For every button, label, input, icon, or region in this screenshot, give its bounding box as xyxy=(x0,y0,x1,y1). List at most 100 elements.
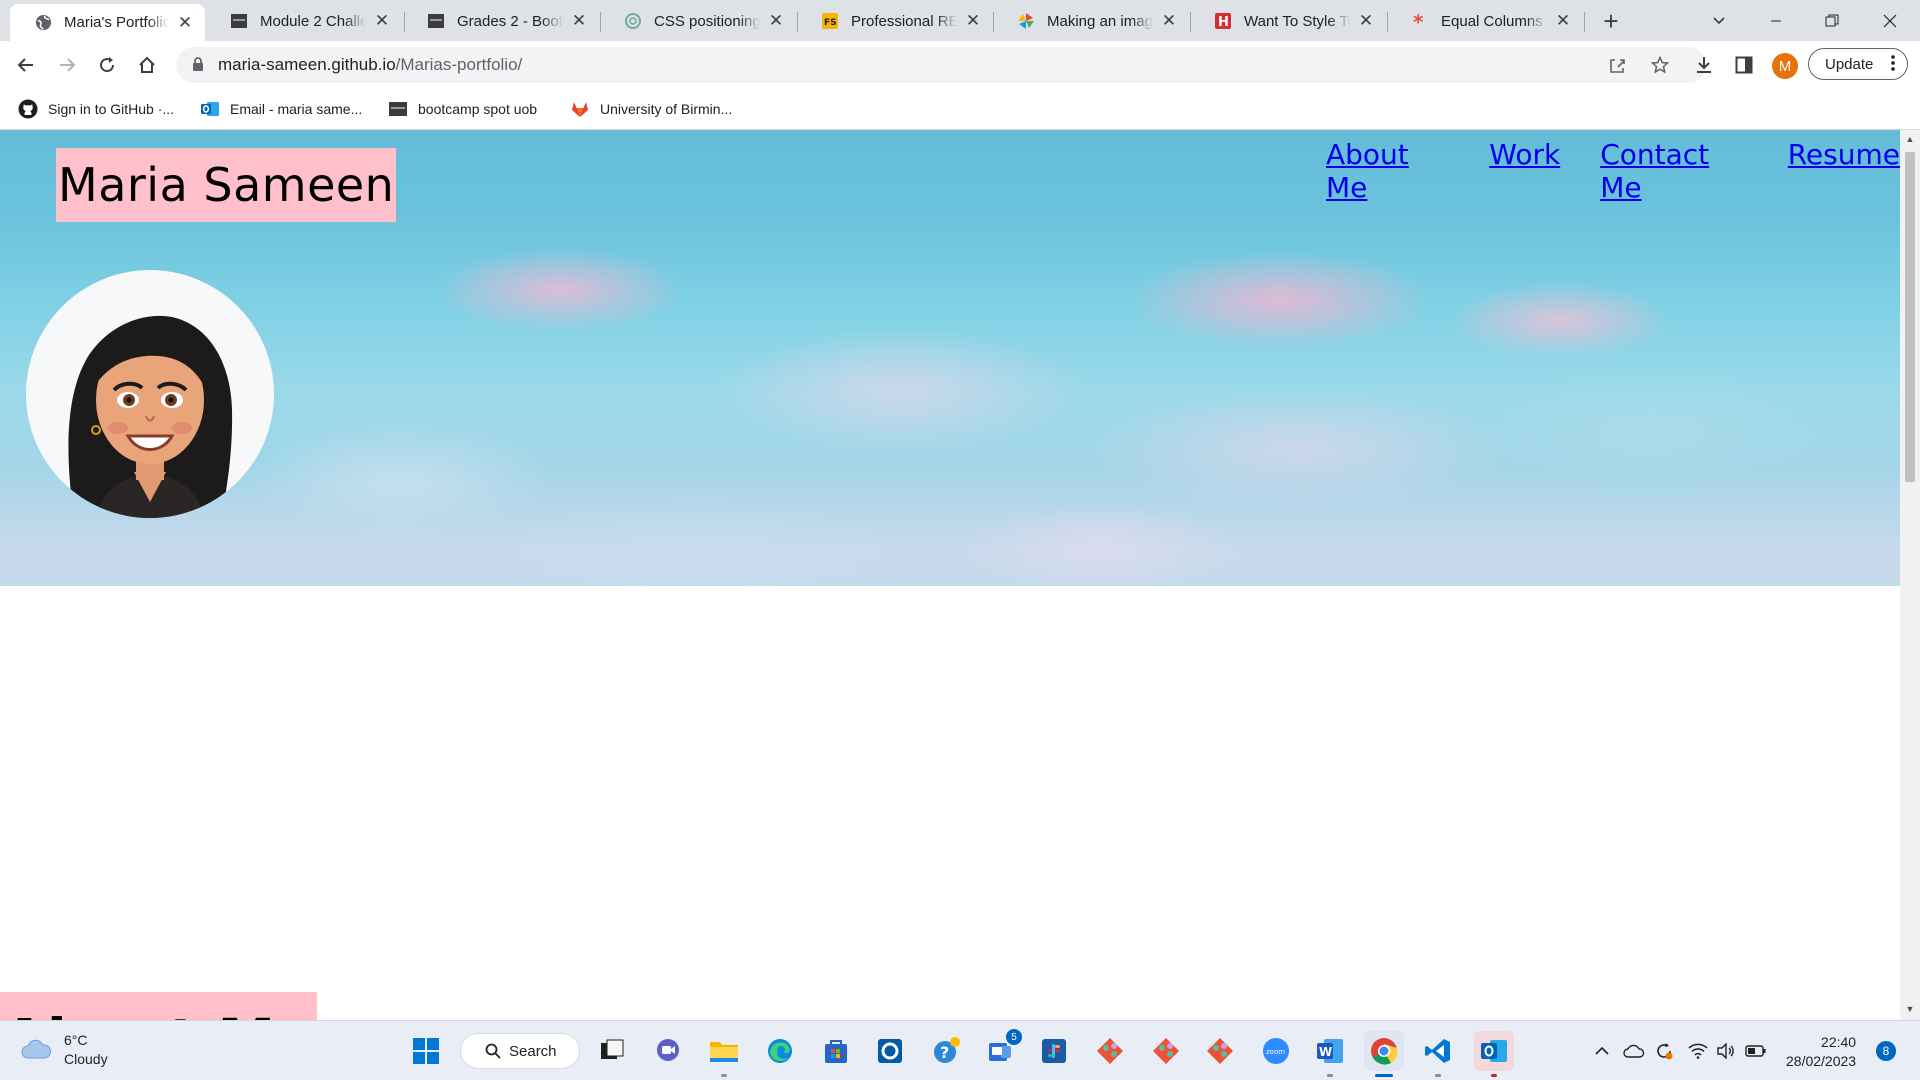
git-app-icon-3[interactable] xyxy=(1200,1031,1240,1071)
close-icon[interactable]: ✕ xyxy=(569,11,589,31)
bookmark-label: Sign in to GitHub ·... xyxy=(48,101,175,117)
git-app-icon-2[interactable] xyxy=(1146,1031,1186,1071)
start-button[interactable] xyxy=(406,1031,446,1071)
outlook-icon xyxy=(200,99,220,119)
tab-title: Professional README xyxy=(851,12,957,30)
browser-toolbar: maria-sameen.github.io/Marias-portfolio/… xyxy=(0,41,1920,89)
share-icon[interactable] xyxy=(1606,53,1630,77)
side-panel-icon[interactable] xyxy=(1732,53,1756,77)
bookmark-university[interactable]: University of Birmin... xyxy=(570,98,732,120)
svg-text:W: W xyxy=(1319,1045,1332,1059)
tab-marias-portfolio[interactable]: Maria's Portfolio ✕ xyxy=(10,4,205,41)
task-view-icon[interactable] xyxy=(592,1031,632,1071)
edge-icon[interactable] xyxy=(760,1031,800,1071)
chevron-up-icon[interactable] xyxy=(1588,1037,1616,1065)
bookmark-github[interactable]: Sign in to GitHub ·... xyxy=(18,98,174,120)
fs-icon: FS xyxy=(821,12,839,30)
nav-link-work[interactable]: Work xyxy=(1489,138,1560,204)
tab-want-to-style-text[interactable]: H Want To Style Text ✕ xyxy=(1190,5,1386,37)
address-bar[interactable]: maria-sameen.github.io/Marias-portfolio/ xyxy=(176,47,1706,83)
tab-equal-columns[interactable]: * Equal Columns With ✕ xyxy=(1387,5,1583,37)
clock-date: 28/02/2023 xyxy=(1786,1053,1857,1069)
tab-separator xyxy=(1584,12,1585,32)
microsoft-store-icon[interactable] xyxy=(816,1031,856,1071)
close-icon[interactable]: ✕ xyxy=(766,11,786,31)
onedrive-icon[interactable] xyxy=(1620,1037,1648,1065)
sync-icon[interactable] xyxy=(1650,1037,1678,1065)
battery-icon[interactable] xyxy=(1742,1037,1770,1065)
running-indicator xyxy=(721,1074,727,1077)
outlook-taskbar-icon[interactable] xyxy=(1474,1031,1514,1077)
close-icon[interactable]: ✕ xyxy=(963,11,983,31)
tab-grades[interactable]: Grades 2 - Bootcamp ✕ xyxy=(403,5,599,37)
get-help-icon[interactable]: ? xyxy=(926,1031,966,1071)
bookmark-label: Email - maria same... xyxy=(230,101,363,117)
close-icon[interactable]: ✕ xyxy=(175,13,195,33)
nav-link-contact-me[interactable]: Contact Me xyxy=(1600,138,1748,204)
bookmark-bootcamp[interactable]: bootcamp spot uob xyxy=(388,98,537,120)
close-icon[interactable]: ✕ xyxy=(1356,11,1376,31)
close-icon[interactable]: ✕ xyxy=(1553,11,1573,31)
close-window-button[interactable] xyxy=(1862,0,1918,41)
page-scrollbar[interactable]: ▲ ▼ xyxy=(1900,130,1920,1020)
tab-title: Want To Style Text xyxy=(1244,12,1350,30)
update-label: Update xyxy=(1825,55,1874,73)
more-menu-icon[interactable] xyxy=(1891,54,1895,72)
tab-making-an-image[interactable]: Making an image ✕ xyxy=(993,5,1189,37)
new-tab-button[interactable]: + xyxy=(1598,6,1624,36)
svg-text:*: * xyxy=(1413,12,1424,30)
bootcamp-icon xyxy=(427,12,445,30)
tab-module-2-challenge[interactable]: Module 2 Challenge ✕ xyxy=(206,5,402,37)
teams-icon[interactable]: 5 xyxy=(980,1029,1022,1071)
close-icon[interactable]: ✕ xyxy=(372,11,392,31)
update-button[interactable]: Update xyxy=(1808,48,1908,80)
bookmarks-bar: Sign in to GitHub ·... Email - maria sam… xyxy=(0,89,1920,130)
running-indicator xyxy=(1327,1074,1333,1077)
tab-title: Maria's Portfolio xyxy=(64,14,169,31)
nav-link-resume[interactable]: Resume xyxy=(1788,138,1900,204)
minimize-button[interactable] xyxy=(1748,0,1804,41)
bookmark-email[interactable]: Email - maria same... xyxy=(200,98,362,120)
file-explorer-icon[interactable] xyxy=(704,1031,744,1077)
app-blue-icon[interactable] xyxy=(870,1031,910,1071)
url-path: /Marias-portfolio/ xyxy=(395,55,523,74)
tab-professional-readme[interactable]: FS Professional README ✕ xyxy=(797,5,993,37)
word-icon[interactable]: W xyxy=(1310,1031,1350,1077)
nav-link-about-me[interactable]: About Me xyxy=(1326,138,1449,204)
site-nav: About Me Work Contact Me Resume xyxy=(1326,138,1900,204)
wifi-icon[interactable] xyxy=(1684,1037,1712,1065)
git-app-icon[interactable] xyxy=(1090,1031,1130,1071)
page-viewport: Maria Sameen About Me Work Contact Me Re… xyxy=(0,130,1900,1020)
bookmark-star-icon[interactable] xyxy=(1648,53,1672,77)
tab-css-positioning[interactable]: CSS positioning to ✕ xyxy=(600,5,796,37)
chat-icon[interactable] xyxy=(648,1031,688,1071)
scrollbar-thumb[interactable] xyxy=(1905,152,1915,482)
tab-search-button[interactable] xyxy=(1706,8,1732,34)
forward-button[interactable] xyxy=(51,49,83,81)
scroll-up-icon[interactable]: ▲ xyxy=(1905,134,1915,144)
reload-button[interactable] xyxy=(91,49,123,81)
close-icon[interactable]: ✕ xyxy=(1159,11,1179,31)
gitlab-icon xyxy=(570,99,590,119)
svg-text:H: H xyxy=(1218,15,1229,30)
notification-badge[interactable]: 8 xyxy=(1876,1041,1896,1061)
chrome-icon[interactable] xyxy=(1364,1031,1404,1077)
svg-text:FS: FS xyxy=(824,18,837,28)
clock-time: 22:40 xyxy=(1821,1034,1857,1050)
scroll-down-icon[interactable]: ▼ xyxy=(1905,1004,1915,1014)
slack-icon[interactable] xyxy=(1034,1031,1074,1071)
volume-icon[interactable] xyxy=(1712,1037,1740,1065)
back-button[interactable] xyxy=(10,49,42,81)
taskbar-search[interactable]: Search xyxy=(460,1033,580,1069)
restore-button[interactable] xyxy=(1804,0,1860,41)
profile-avatar[interactable]: M xyxy=(1772,53,1798,79)
hero-banner: Maria Sameen About Me Work Contact Me Re… xyxy=(0,130,1900,586)
system-clock[interactable]: 22:40 28/02/2023 xyxy=(1786,1033,1856,1071)
weather-widget[interactable]: 6°C Cloudy xyxy=(20,1031,108,1069)
download-icon[interactable] xyxy=(1692,53,1716,77)
teams-badge: 5 xyxy=(1006,1029,1022,1045)
home-button[interactable] xyxy=(131,49,163,81)
lock-icon[interactable] xyxy=(192,57,204,72)
vscode-icon[interactable] xyxy=(1418,1031,1458,1077)
zoom-icon[interactable]: zoom xyxy=(1256,1031,1296,1071)
